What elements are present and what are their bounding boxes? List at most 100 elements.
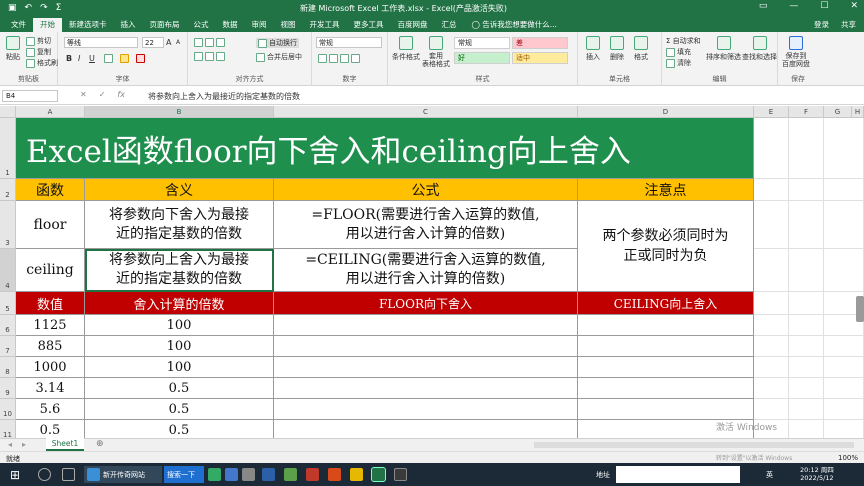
start-button[interactable]: ⊞ bbox=[10, 466, 20, 483]
tab-data[interactable]: 数据 bbox=[216, 18, 245, 32]
empty-cell[interactable] bbox=[754, 378, 789, 399]
floor-result-cell[interactable] bbox=[274, 399, 578, 420]
data-multiple-cell[interactable]: 100 bbox=[85, 315, 274, 336]
italic-button[interactable]: I bbox=[78, 54, 80, 63]
row-header-10[interactable]: 10 bbox=[0, 399, 16, 420]
red-header-multiple[interactable]: 舍入计算的倍数 bbox=[85, 292, 274, 315]
tab-home[interactable]: 开始 bbox=[33, 18, 62, 32]
function-cell-ceiling[interactable]: ceiling bbox=[16, 249, 85, 292]
number-buttons[interactable] bbox=[318, 54, 360, 63]
app-icon[interactable] bbox=[242, 468, 255, 481]
delete-cells-button[interactable]: 删除 bbox=[610, 36, 624, 62]
red-header-floor[interactable]: FLOOR向下舍入 bbox=[274, 292, 578, 315]
empty-cell[interactable] bbox=[754, 399, 789, 420]
column-header-h[interactable]: H bbox=[852, 106, 864, 118]
ceiling-result-cell[interactable] bbox=[578, 336, 754, 357]
meaning-cell-ceiling-selected[interactable]: 将参数向上舍入为最接 近的指定基数的倍数 bbox=[85, 249, 274, 292]
column-header-d[interactable]: D bbox=[578, 106, 754, 118]
style-bad[interactable]: 差 bbox=[512, 37, 568, 49]
clear-button[interactable]: 清除 bbox=[666, 58, 691, 68]
empty-cell[interactable] bbox=[789, 249, 824, 292]
excel-app-icon[interactable] bbox=[371, 467, 386, 482]
style-good[interactable]: 好 bbox=[454, 52, 510, 64]
tell-me-search[interactable]: ◯ 告诉我您想要做什么... bbox=[472, 18, 557, 32]
empty-cell[interactable] bbox=[824, 179, 864, 201]
copy-button[interactable]: 复制 bbox=[26, 47, 51, 57]
camera-app-icon[interactable] bbox=[394, 468, 407, 481]
empty-cell[interactable] bbox=[824, 118, 864, 179]
conditional-format-button[interactable]: 条件格式 bbox=[392, 36, 420, 62]
login-link[interactable]: 登录 bbox=[814, 19, 829, 30]
row-header-2[interactable]: 2 bbox=[0, 179, 16, 201]
empty-cell[interactable] bbox=[824, 249, 864, 292]
wrap-text-button[interactable]: 自动换行 bbox=[256, 38, 299, 48]
formula-input[interactable]: 将参数向上舍入为最接近的指定基数的倍数 bbox=[148, 91, 300, 102]
red-header-value[interactable]: 数值 bbox=[16, 292, 85, 315]
empty-cell[interactable] bbox=[789, 201, 824, 249]
fx-icon[interactable]: fx bbox=[117, 90, 125, 99]
font-name-select[interactable]: 等线 bbox=[64, 37, 138, 48]
enter-icon[interactable]: ✓ bbox=[99, 90, 106, 99]
border-button[interactable] bbox=[104, 54, 113, 63]
empty-cell[interactable] bbox=[789, 357, 824, 378]
data-value-cell[interactable]: 1125 bbox=[16, 315, 85, 336]
column-header-e[interactable]: E bbox=[754, 106, 789, 118]
empty-cell[interactable] bbox=[789, 292, 824, 315]
empty-cell[interactable] bbox=[824, 378, 864, 399]
zoom-level[interactable]: 100% bbox=[838, 454, 858, 462]
header-cell-meaning[interactable]: 含义 bbox=[85, 179, 274, 201]
style-neutral[interactable]: 适中 bbox=[512, 52, 568, 64]
redo-icon[interactable]: ↷ bbox=[40, 3, 48, 13]
vertical-scrollbar-thumb[interactable] bbox=[856, 296, 864, 322]
header-cell-function[interactable]: 函数 bbox=[16, 179, 85, 201]
cut-button[interactable]: 剪切 bbox=[26, 36, 51, 46]
close-button[interactable]: ✕ bbox=[850, 1, 858, 11]
tab-new[interactable]: 新建选项卡 bbox=[62, 18, 114, 32]
app-icon[interactable] bbox=[225, 468, 238, 481]
row-header-11[interactable]: 11 bbox=[0, 420, 16, 438]
data-value-cell[interactable]: 0.5 bbox=[16, 420, 85, 438]
save-baidu-button[interactable]: 保存到 百度网盘 bbox=[782, 36, 810, 68]
row-header-1[interactable]: 1 bbox=[0, 118, 16, 179]
undo-icon[interactable]: ↶ bbox=[25, 3, 33, 13]
paste-button[interactable]: 粘贴 bbox=[6, 36, 20, 62]
tab-insert[interactable]: 插入 bbox=[114, 18, 143, 32]
ime-indicator[interactable]: 英 bbox=[766, 466, 773, 483]
empty-cell[interactable] bbox=[754, 118, 789, 179]
floor-result-cell[interactable] bbox=[274, 420, 578, 438]
data-value-cell[interactable]: 885 bbox=[16, 336, 85, 357]
fill-color-button[interactable] bbox=[120, 54, 129, 63]
empty-cell[interactable] bbox=[754, 336, 789, 357]
sheet-tab-sheet1[interactable]: Sheet1 bbox=[46, 438, 84, 451]
header-cell-formula[interactable]: 公式 bbox=[274, 179, 578, 201]
empty-cell[interactable] bbox=[824, 336, 864, 357]
ceiling-result-cell[interactable] bbox=[578, 378, 754, 399]
address-input[interactable] bbox=[616, 466, 740, 483]
row-header-8[interactable]: 8 bbox=[0, 357, 16, 378]
formula-cell-ceiling[interactable]: =CEILING(需要进行舍入运算的数值, 用以进行舍入计算的倍数) bbox=[274, 249, 578, 292]
tab-more-tools[interactable]: 更多工具 bbox=[347, 18, 391, 32]
tab-page-layout[interactable]: 页面布局 bbox=[143, 18, 187, 32]
tab-view[interactable]: 视图 bbox=[274, 18, 303, 32]
ribbon-display-icon[interactable]: ▭ bbox=[759, 1, 768, 11]
cancel-icon[interactable]: ✕ bbox=[80, 90, 87, 99]
data-multiple-cell[interactable]: 100 bbox=[85, 357, 274, 378]
tab-formulas[interactable]: 公式 bbox=[187, 18, 216, 32]
row-header-9[interactable]: 9 bbox=[0, 378, 16, 399]
tab-review[interactable]: 审阅 bbox=[245, 18, 274, 32]
empty-cell[interactable] bbox=[789, 420, 824, 438]
bold-button[interactable]: B bbox=[66, 54, 72, 63]
ceiling-result-cell[interactable] bbox=[578, 357, 754, 378]
align-left-button[interactable] bbox=[194, 52, 225, 61]
autosum-button[interactable]: Σ 自动求和 bbox=[666, 36, 701, 46]
data-multiple-cell[interactable]: 0.5 bbox=[85, 420, 274, 438]
browser-task[interactable]: 新开传奇网站 bbox=[84, 466, 162, 483]
tab-summary[interactable]: 汇总 bbox=[435, 18, 464, 32]
sheet-title-cell[interactable]: Excel函数floor向下舍入和ceiling向上舍入 bbox=[16, 118, 754, 179]
autosum-quick-icon[interactable]: Σ bbox=[56, 3, 62, 13]
empty-cell[interactable] bbox=[754, 249, 789, 292]
font-color-button[interactable] bbox=[136, 54, 145, 63]
data-value-cell[interactable]: 1000 bbox=[16, 357, 85, 378]
search-box[interactable]: 搜索一下 bbox=[164, 466, 204, 483]
tab-file[interactable]: 文件 bbox=[4, 18, 33, 32]
